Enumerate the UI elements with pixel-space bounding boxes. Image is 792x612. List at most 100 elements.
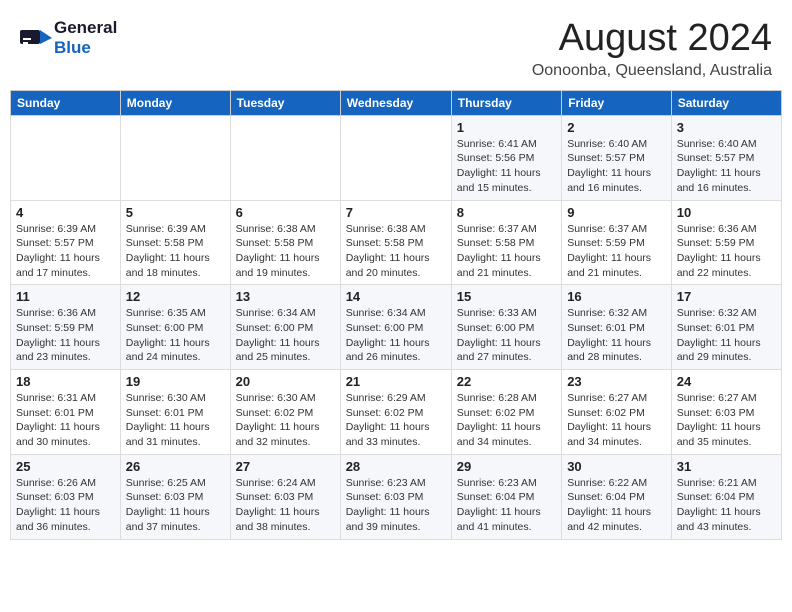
day-number: 5	[126, 205, 225, 220]
weekday-header: Saturday	[671, 90, 781, 115]
calendar-cell: 8 Sunrise: 6:37 AM Sunset: 5:58 PM Daylig…	[451, 200, 561, 285]
day-number: 22	[457, 374, 556, 389]
logo: General Blue	[20, 18, 117, 58]
day-number: 3	[677, 120, 776, 135]
day-number: 15	[457, 289, 556, 304]
day-info: Sunrise: 6:31 AM Sunset: 6:01 PM Dayligh…	[16, 391, 115, 450]
calendar-week-row: 4 Sunrise: 6:39 AM Sunset: 5:57 PM Daylig…	[11, 200, 782, 285]
day-info: Sunrise: 6:26 AM Sunset: 6:03 PM Dayligh…	[16, 476, 115, 535]
day-number: 12	[126, 289, 225, 304]
day-number: 6	[236, 205, 335, 220]
calendar-cell: 25 Sunrise: 6:26 AM Sunset: 6:03 PM Dayli…	[11, 454, 121, 539]
day-info: Sunrise: 6:37 AM Sunset: 5:59 PM Dayligh…	[567, 222, 666, 281]
day-number: 14	[346, 289, 446, 304]
day-info: Sunrise: 6:38 AM Sunset: 5:58 PM Dayligh…	[346, 222, 446, 281]
day-info: Sunrise: 6:41 AM Sunset: 5:56 PM Dayligh…	[457, 137, 556, 196]
day-info: Sunrise: 6:22 AM Sunset: 6:04 PM Dayligh…	[567, 476, 666, 535]
calendar-cell: 7 Sunrise: 6:38 AM Sunset: 5:58 PM Daylig…	[340, 200, 451, 285]
calendar-cell	[340, 115, 451, 200]
day-number: 18	[16, 374, 115, 389]
day-number: 17	[677, 289, 776, 304]
logo-blue-text: Blue	[54, 38, 91, 57]
day-info: Sunrise: 6:40 AM Sunset: 5:57 PM Dayligh…	[677, 137, 776, 196]
day-info: Sunrise: 6:39 AM Sunset: 5:58 PM Dayligh…	[126, 222, 225, 281]
day-info: Sunrise: 6:24 AM Sunset: 6:03 PM Dayligh…	[236, 476, 335, 535]
calendar-week-row: 25 Sunrise: 6:26 AM Sunset: 6:03 PM Dayli…	[11, 454, 782, 539]
weekday-header: Sunday	[11, 90, 121, 115]
day-number: 23	[567, 374, 666, 389]
logo-icon	[20, 22, 52, 54]
day-number: 31	[677, 459, 776, 474]
calendar-cell: 29 Sunrise: 6:23 AM Sunset: 6:04 PM Dayli…	[451, 454, 561, 539]
calendar-week-row: 1Sunrise: 6:41 AM Sunset: 5:56 PM Daylig…	[11, 115, 782, 200]
day-info: Sunrise: 6:36 AM Sunset: 5:59 PM Dayligh…	[677, 222, 776, 281]
day-number: 28	[346, 459, 446, 474]
day-info: Sunrise: 6:35 AM Sunset: 6:00 PM Dayligh…	[126, 306, 225, 365]
calendar-cell: 10Sunrise: 6:36 AM Sunset: 5:59 PM Dayli…	[671, 200, 781, 285]
day-info: Sunrise: 6:37 AM Sunset: 5:58 PM Dayligh…	[457, 222, 556, 281]
day-number: 30	[567, 459, 666, 474]
day-number: 2	[567, 120, 666, 135]
calendar-cell: 13 Sunrise: 6:34 AM Sunset: 6:00 PM Dayli…	[230, 285, 340, 370]
day-number: 4	[16, 205, 115, 220]
calendar-week-row: 18 Sunrise: 6:31 AM Sunset: 6:01 PM Dayli…	[11, 370, 782, 455]
weekday-header: Monday	[120, 90, 230, 115]
day-number: 29	[457, 459, 556, 474]
calendar-cell	[230, 115, 340, 200]
day-info: Sunrise: 6:23 AM Sunset: 6:03 PM Dayligh…	[346, 476, 446, 535]
day-number: 9	[567, 205, 666, 220]
day-number: 26	[126, 459, 225, 474]
calendar-table: SundayMondayTuesdayWednesdayThursdayFrid…	[10, 90, 782, 540]
weekday-header: Friday	[562, 90, 672, 115]
calendar-cell	[11, 115, 121, 200]
calendar-cell: 4 Sunrise: 6:39 AM Sunset: 5:57 PM Daylig…	[11, 200, 121, 285]
day-info: Sunrise: 6:33 AM Sunset: 6:00 PM Dayligh…	[457, 306, 556, 365]
day-number: 13	[236, 289, 335, 304]
calendar-cell: 11Sunrise: 6:36 AM Sunset: 5:59 PM Dayli…	[11, 285, 121, 370]
day-info: Sunrise: 6:32 AM Sunset: 6:01 PM Dayligh…	[677, 306, 776, 365]
day-info: Sunrise: 6:32 AM Sunset: 6:01 PM Dayligh…	[567, 306, 666, 365]
day-number: 24	[677, 374, 776, 389]
weekday-header: Wednesday	[340, 90, 451, 115]
calendar-cell: 28 Sunrise: 6:23 AM Sunset: 6:03 PM Dayli…	[340, 454, 451, 539]
weekday-header: Tuesday	[230, 90, 340, 115]
day-info: Sunrise: 6:39 AM Sunset: 5:57 PM Dayligh…	[16, 222, 115, 281]
day-info: Sunrise: 6:25 AM Sunset: 6:03 PM Dayligh…	[126, 476, 225, 535]
calendar-week-row: 11Sunrise: 6:36 AM Sunset: 5:59 PM Dayli…	[11, 285, 782, 370]
day-number: 25	[16, 459, 115, 474]
day-info: Sunrise: 6:34 AM Sunset: 6:00 PM Dayligh…	[346, 306, 446, 365]
day-info: Sunrise: 6:28 AM Sunset: 6:02 PM Dayligh…	[457, 391, 556, 450]
calendar-cell: 2Sunrise: 6:40 AM Sunset: 5:57 PM Daylig…	[562, 115, 672, 200]
calendar-cell: 15 Sunrise: 6:33 AM Sunset: 6:00 PM Dayli…	[451, 285, 561, 370]
day-number: 19	[126, 374, 225, 389]
day-number: 16	[567, 289, 666, 304]
day-info: Sunrise: 6:23 AM Sunset: 6:04 PM Dayligh…	[457, 476, 556, 535]
day-number: 27	[236, 459, 335, 474]
day-info: Sunrise: 6:27 AM Sunset: 6:03 PM Dayligh…	[677, 391, 776, 450]
day-info: Sunrise: 6:21 AM Sunset: 6:04 PM Dayligh…	[677, 476, 776, 535]
month-title: August 2024	[532, 18, 772, 60]
weekday-header: Thursday	[451, 90, 561, 115]
calendar-cell: 27 Sunrise: 6:24 AM Sunset: 6:03 PM Dayli…	[230, 454, 340, 539]
calendar-cell: 1Sunrise: 6:41 AM Sunset: 5:56 PM Daylig…	[451, 115, 561, 200]
day-info: Sunrise: 6:34 AM Sunset: 6:00 PM Dayligh…	[236, 306, 335, 365]
calendar-cell: 17 Sunrise: 6:32 AM Sunset: 6:01 PM Dayli…	[671, 285, 781, 370]
title-block: August 2024 Oonoonba, Queensland, Austra…	[532, 18, 772, 80]
calendar-cell: 16 Sunrise: 6:32 AM Sunset: 6:01 PM Dayli…	[562, 285, 672, 370]
day-number: 7	[346, 205, 446, 220]
calendar-cell: 6 Sunrise: 6:38 AM Sunset: 5:58 PM Daylig…	[230, 200, 340, 285]
day-info: Sunrise: 6:29 AM Sunset: 6:02 PM Dayligh…	[346, 391, 446, 450]
calendar-cell: 23 Sunrise: 6:27 AM Sunset: 6:02 PM Dayli…	[562, 370, 672, 455]
calendar-cell: 30 Sunrise: 6:22 AM Sunset: 6:04 PM Dayli…	[562, 454, 672, 539]
calendar-cell: 19Sunrise: 6:30 AM Sunset: 6:01 PM Dayli…	[120, 370, 230, 455]
logo-general-text: General	[54, 18, 117, 37]
calendar-cell: 26 Sunrise: 6:25 AM Sunset: 6:03 PM Dayli…	[120, 454, 230, 539]
calendar-cell: 12 Sunrise: 6:35 AM Sunset: 6:00 PM Dayli…	[120, 285, 230, 370]
day-info: Sunrise: 6:38 AM Sunset: 5:58 PM Dayligh…	[236, 222, 335, 281]
calendar-header-row: SundayMondayTuesdayWednesdayThursdayFrid…	[11, 90, 782, 115]
day-number: 8	[457, 205, 556, 220]
calendar-cell: 9 Sunrise: 6:37 AM Sunset: 5:59 PM Daylig…	[562, 200, 672, 285]
calendar-cell: 20Sunrise: 6:30 AM Sunset: 6:02 PM Dayli…	[230, 370, 340, 455]
page-header: General Blue August 2024 Oonoonba, Queen…	[10, 10, 782, 84]
day-info: Sunrise: 6:27 AM Sunset: 6:02 PM Dayligh…	[567, 391, 666, 450]
